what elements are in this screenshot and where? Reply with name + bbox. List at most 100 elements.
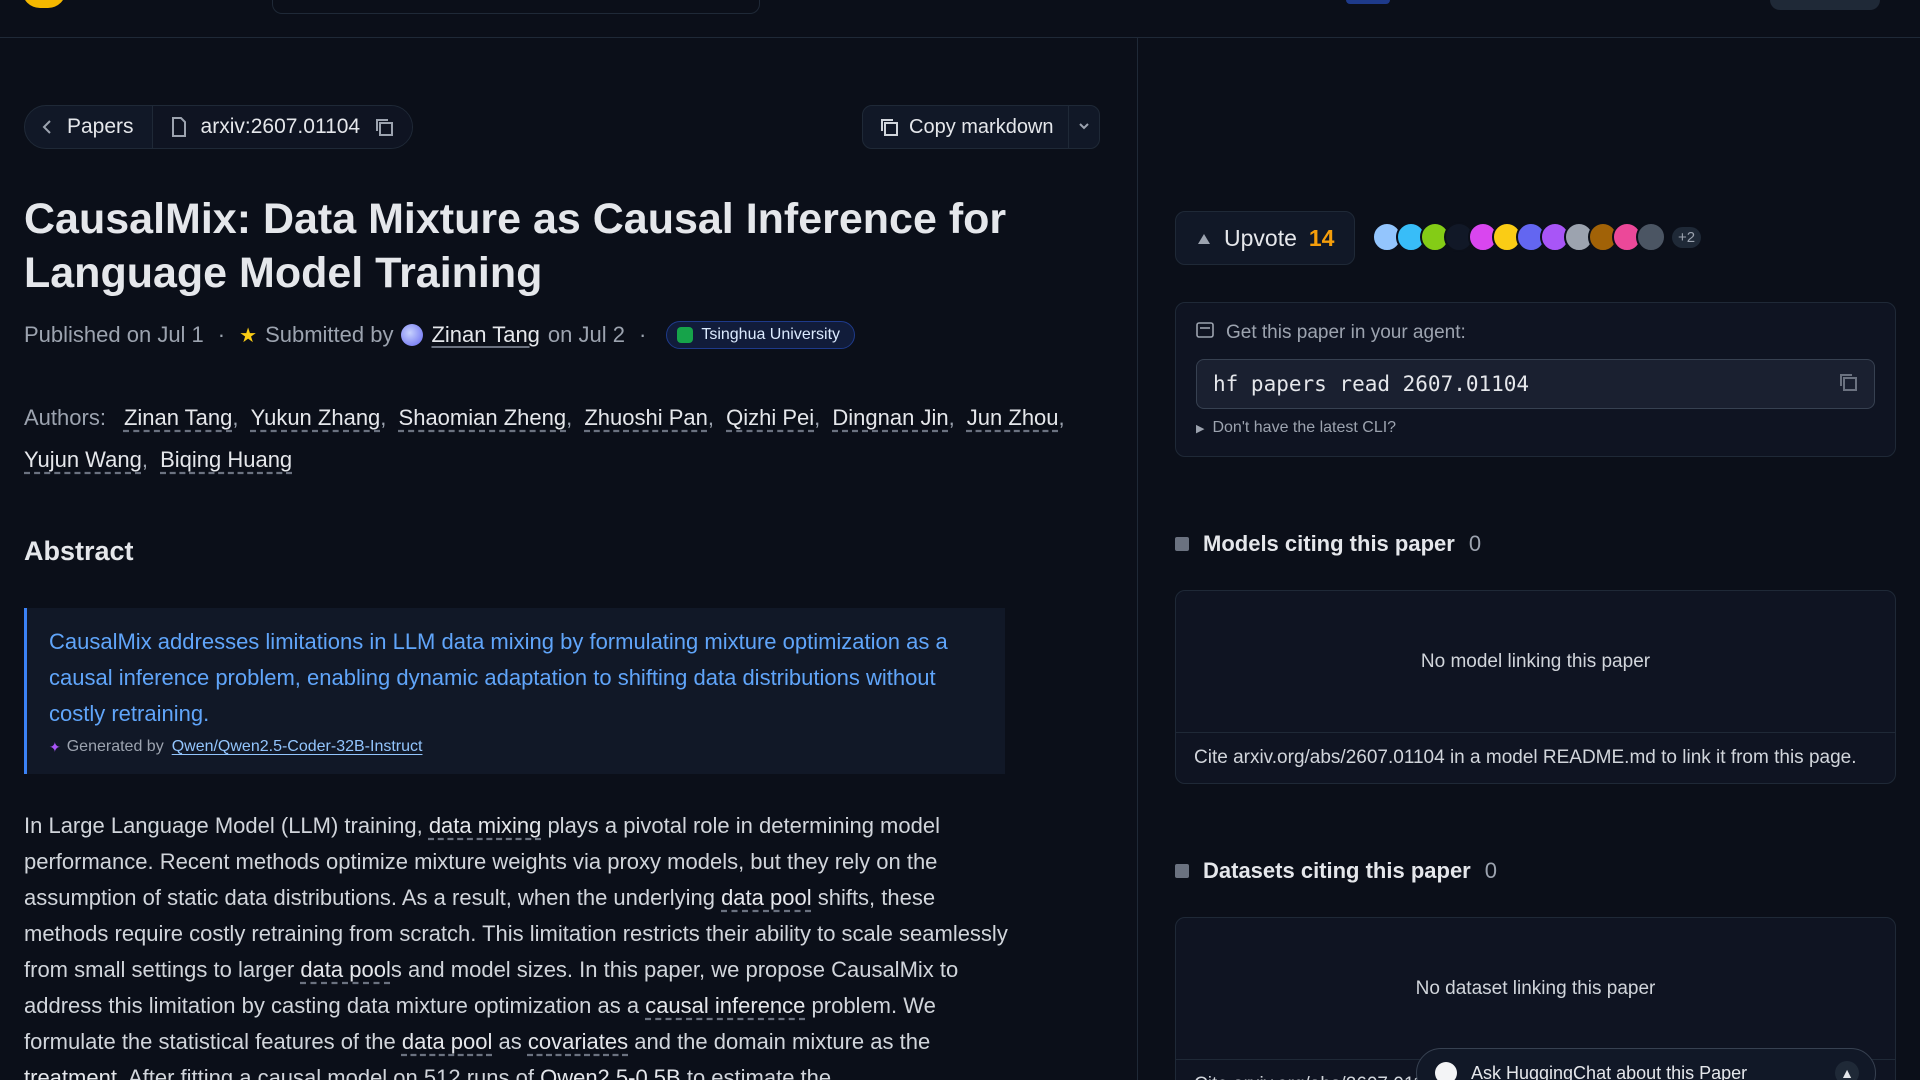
abstract-text: In Large Language Model (LLM) training,: [24, 813, 429, 838]
search-input[interactable]: [272, 0, 760, 14]
author-separator: ,: [707, 405, 721, 430]
chevron-left-icon: [41, 119, 53, 135]
huggingchat-prompt[interactable]: Ask HuggingChat about this Paper ▲: [1416, 1048, 1876, 1080]
copy-command-icon[interactable]: [1838, 372, 1858, 397]
document-icon: [171, 117, 187, 137]
upvote-button[interactable]: Upvote 14: [1175, 211, 1355, 265]
separator-dot: ·: [638, 322, 647, 347]
triangle-up-icon: [1196, 225, 1212, 252]
author-link[interactable]: Yukun Zhang: [251, 405, 381, 430]
author-separator: ,: [141, 447, 155, 472]
abstract-keyword[interactable]: data pool: [721, 885, 812, 910]
nav-item[interactable]: [1346, 0, 1390, 4]
author-link[interactable]: Jun Zhou: [967, 405, 1059, 430]
datasets-count: 0: [1484, 858, 1497, 883]
abstract-keyword[interactable]: covariates: [528, 1029, 628, 1054]
paper-id-chip: arxiv:2607.01104: [152, 106, 413, 148]
copy-markdown-label: Copy markdown: [909, 115, 1054, 138]
cli-command-text: hf papers read 2607.01104: [1213, 372, 1530, 396]
breadcrumb: Papers arxiv:2607.01104: [24, 105, 414, 149]
author-link[interactable]: Qizhi Pei: [726, 405, 814, 430]
models-empty-text: No model linking this paper: [1176, 591, 1895, 733]
organization-logo-icon: [677, 327, 694, 343]
back-to-papers-link[interactable]: Papers: [25, 106, 153, 148]
top-navbar: [0, 0, 1920, 38]
ai-summary-box: CausalMix addresses limitations in LLM d…: [24, 608, 1005, 774]
abstract-keyword[interactable]: treatment: [24, 1065, 117, 1080]
cube-icon: [1175, 537, 1189, 551]
published-date: Published on Jul 1: [24, 322, 204, 347]
author-separator: ,: [566, 405, 579, 430]
models-section-heading: Models citing this paper 0: [1175, 531, 1481, 557]
hugging-face-logo[interactable]: [22, 0, 66, 8]
datasets-section-title: Datasets citing this paper: [1203, 858, 1471, 883]
author-separator: ,: [948, 405, 961, 430]
copy-markdown-button-group: Copy markdown: [862, 105, 1100, 149]
author-separator: ,: [380, 405, 393, 430]
account-button[interactable]: [1770, 0, 1880, 10]
abstract-text: to estimate the: [680, 1065, 832, 1080]
voter-avatar[interactable]: [1636, 222, 1666, 252]
organization-badge[interactable]: Tsinghua University: [666, 321, 856, 349]
abstract-body: In Large Language Model (LLM) training, …: [24, 808, 1024, 1080]
abstract-keyword[interactable]: data mixing: [429, 813, 542, 838]
paper-meta: Published on Jul 1 · ★ Submitted by Zina…: [24, 318, 856, 352]
paper-id: arxiv:2607.01104: [200, 115, 361, 138]
upvote-label: Upvote: [1224, 224, 1297, 251]
agent-heading-text: Get this paper in your agent:: [1226, 322, 1466, 343]
models-cite-hint: Cite arxiv.org/abs/2607.01104 in a model…: [1194, 747, 1857, 768]
star-icon: ★: [239, 324, 258, 347]
submitter-link[interactable]: Zinan Tang: [431, 322, 539, 348]
abstract-keyword[interactable]: causal inference: [645, 993, 805, 1018]
abstract-keyword[interactable]: data pool: [300, 957, 391, 982]
terminal-icon: [1196, 321, 1214, 345]
cli-command-field[interactable]: hf papers read 2607.01104: [1196, 359, 1875, 409]
generated-by: ✦ Generated by Qwen/Qwen2.5-Coder-32B-In…: [49, 738, 985, 756]
submitted-prefix: Submitted by: [265, 322, 394, 347]
abstract-text: as: [492, 1029, 528, 1054]
authors-list: Authors: Zinan Tang, Yukun Zhang, Shaomia…: [24, 397, 1104, 481]
more-voters-count[interactable]: +2: [1672, 226, 1702, 248]
abstract-text: . After fitting a causal model on 512 ru…: [116, 1065, 541, 1080]
column-divider: [1137, 38, 1138, 1080]
caret-right-icon: ▶: [1196, 422, 1205, 435]
generator-model-link[interactable]: Qwen/Qwen2.5-Coder-32B-Instruct: [172, 738, 423, 756]
author-link[interactable]: Zinan Tang: [124, 405, 232, 430]
copy-markdown-button[interactable]: Copy markdown: [863, 106, 1069, 148]
back-label: Papers: [67, 115, 134, 138]
upvote-count: 14: [1308, 224, 1335, 251]
cli-hint-toggle[interactable]: ▶ Don't have the latest CLI?: [1196, 419, 1875, 437]
author-link[interactable]: Biqing Huang: [160, 447, 292, 472]
generated-by-label: Generated by: [66, 738, 164, 755]
separator-dot: ·: [217, 322, 226, 347]
copy-options-dropdown[interactable]: [1069, 118, 1099, 136]
abstract-heading: Abstract: [24, 536, 134, 566]
chat-label: Ask HuggingChat about this Paper: [1471, 1062, 1748, 1080]
sparkle-icon: ✦: [49, 738, 61, 755]
submitter-avatar: [401, 324, 424, 346]
organization-name: Tsinghua University: [701, 326, 841, 343]
chevron-down-icon: [1078, 118, 1090, 136]
chat-icon: [1435, 1062, 1457, 1080]
authors-label: Authors:: [24, 405, 106, 430]
author-link[interactable]: Dingnan Jin: [832, 405, 948, 430]
author-separator: ,: [814, 405, 827, 430]
abstract-text: and the domain mixture as the: [628, 1029, 931, 1054]
chevron-up-icon[interactable]: ▲: [1835, 1061, 1859, 1080]
ai-summary-text: CausalMix addresses limitations in LLM d…: [49, 629, 948, 726]
models-count: 0: [1468, 531, 1482, 556]
author-link[interactable]: Yujun Wang: [24, 447, 142, 472]
models-section-title: Models citing this paper: [1203, 531, 1455, 556]
author-link[interactable]: Shaomian Zheng: [399, 405, 567, 430]
agent-heading: Get this paper in your agent:: [1196, 321, 1875, 345]
abstract-keyword[interactable]: Qwen2.5-0.5B: [540, 1065, 681, 1080]
copy-icon: [879, 117, 899, 137]
author-link[interactable]: Zhuoshi Pan: [584, 405, 708, 430]
models-card: No model linking this paper Cite arxiv.o…: [1175, 590, 1896, 784]
voter-avatars[interactable]: +2: [1372, 222, 1702, 252]
copy-id-icon[interactable]: [374, 117, 394, 137]
agent-box: Get this paper in your agent: hf papers …: [1175, 302, 1896, 457]
author-separator: ,: [1058, 405, 1065, 430]
database-icon: [1175, 864, 1189, 878]
abstract-keyword[interactable]: data pool: [402, 1029, 493, 1054]
